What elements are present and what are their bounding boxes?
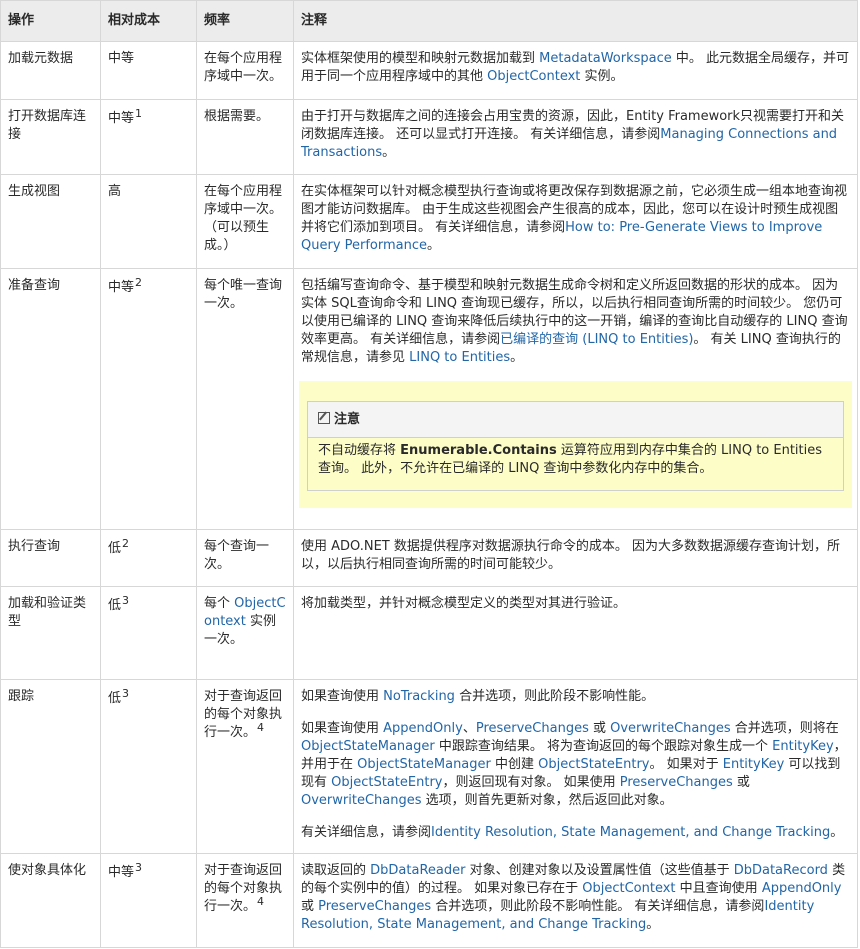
performance-cost-table: 操作 相对成本 频率 注释 加载元数据 中等 在每个应用程序域中一次。 实体框架… [0,0,858,948]
link-preservechanges[interactable]: PreserveChanges [318,899,431,914]
header-operation: 操作 [0,0,101,42]
footnote-marker: 3 [122,594,130,607]
note-bold-term: Enumerable.Contains [400,443,557,458]
header-notes: 注释 [293,0,858,42]
footnote-marker: 3 [122,687,130,700]
note-box: 注意 不自动缓存将 Enumerable.Contains 运算符应用到内存中集… [307,401,844,491]
footnote-marker: 2 [122,537,130,550]
cost-cell: 低2 [100,529,197,587]
note-body: 不自动缓存将 Enumerable.Contains 运算符应用到内存中集合的 … [318,443,823,476]
link-objectcontext[interactable]: ObjectContext [487,69,580,84]
link-dbdatareader[interactable]: DbDataReader [370,863,465,878]
header-relative-cost: 相对成本 [100,0,197,42]
footnote-marker: 3 [135,861,143,874]
link-objectstatemanager[interactable]: ObjectStateManager [357,757,491,772]
footnote-marker: 2 [135,276,143,289]
frequency-cell: 对于查询返回的每个对象执行一次。4 [196,679,294,854]
table-row: 准备查询 中等2 每个唯一查询一次。 包括编写查询命令、基于模型和映射元数据生成… [0,268,858,530]
link-objectstateentry[interactable]: ObjectStateEntry [538,757,649,772]
table-header-row: 操作 相对成本 频率 注释 [0,0,858,42]
link-notracking[interactable]: NoTracking [383,689,455,704]
footnote-marker: 4 [257,895,265,908]
operation-cell: 生成视图 [0,174,101,269]
table-row: 生成视图 高 在每个应用程序域中一次。（可以预生成。） 在实体框架可以针对概念模… [0,174,858,269]
note-pencil-icon [318,412,330,424]
link-compiled-queries[interactable]: 已编译的查询 (LINQ to Entities) [500,332,693,347]
link-entitykey[interactable]: EntityKey [723,757,785,772]
link-identity-resolution[interactable]: Identity Resolution, State Management, a… [431,825,830,840]
link-preservechanges[interactable]: PreserveChanges [620,775,733,790]
frequency-cell: 每个 ObjectContext 实例一次。 [196,586,294,680]
link-objectstateentry[interactable]: ObjectStateEntry [331,775,442,790]
table-row: 加载和验证类型 低3 每个 ObjectContext 实例一次。 将加载类型，… [0,586,858,680]
link-metadataworkspace[interactable]: MetadataWorkspace [539,51,672,66]
notes-paragraph: 如果查询使用 AppendOnly、PreserveChanges 或 Over… [301,721,847,808]
note-header: 注意 [308,402,843,438]
cost-cell: 中等2 [100,268,197,530]
notes-cell: 使用 ADO.NET 数据提供程序对数据源执行命令的成本。 因为大多数数据源缓存… [293,529,858,587]
notes-paragraph: 如果查询使用 NoTracking 合并选项，则此阶段不影响性能。 [301,689,655,704]
link-preservechanges[interactable]: PreserveChanges [476,721,589,736]
link-linq-to-entities[interactable]: LINQ to Entities [409,350,510,365]
operation-cell: 打开数据库连接 [0,99,101,175]
table-row: 跟踪 低3 对于查询返回的每个对象执行一次。4 如果查询使用 NoTrackin… [0,679,858,854]
link-appendonly[interactable]: AppendOnly [762,881,842,896]
header-frequency: 频率 [196,0,294,42]
cost-cell: 低3 [100,586,197,680]
frequency-cell: 根据需要。 [196,99,294,175]
operation-cell: 加载元数据 [0,41,101,100]
frequency-cell: 在每个应用程序域中一次。（可以预生成。） [196,174,294,269]
table-row: 使对象具体化 中等3 对于查询返回的每个对象执行一次。4 读取返回的 DbDat… [0,853,858,948]
link-overwritechanges[interactable]: OverwriteChanges [610,721,731,736]
link-objectcontext[interactable]: ObjectContext [582,881,675,896]
cost-cell: 中等 [100,41,197,100]
notes-cell: 将加载类型，并针对概念模型定义的类型对其进行验证。 [293,586,858,680]
note-callout: 注意 不自动缓存将 Enumerable.Contains 运算符应用到内存中集… [299,381,852,508]
table-row: 执行查询 低2 每个查询一次。 使用 ADO.NET 数据提供程序对数据源执行命… [0,529,858,587]
link-entitykey[interactable]: EntityKey [772,739,834,754]
notes-cell: 在实体框架可以针对概念模型执行查询或将更改保存到数据源之前，它必须生成一组本地查… [293,174,858,269]
notes-paragraph: 有关详细信息，请参阅Identity Resolution, State Man… [301,825,844,840]
cost-cell: 高 [100,174,197,269]
table-row: 加载元数据 中等 在每个应用程序域中一次。 实体框架使用的模型和映射元数据加载到… [0,41,858,100]
cost-cell: 中等1 [100,99,197,175]
link-dbdatarecord[interactable]: DbDataRecord [734,863,828,878]
operation-cell: 准备查询 [0,268,101,530]
notes-cell: 包括编写查询命令、基于模型和映射元数据生成命令树和定义所返回数据的形状的成本。 … [293,268,858,530]
frequency-cell: 对于查询返回的每个对象执行一次。4 [196,853,294,948]
notes-cell: 读取返回的 DbDataReader 对象、创建对象以及设置属性值（这些值基于 … [293,853,858,948]
footnote-marker: 1 [135,107,143,120]
operation-cell: 跟踪 [0,679,101,854]
link-objectstatemanager[interactable]: ObjectStateManager [301,739,435,754]
frequency-cell: 在每个应用程序域中一次。 [196,41,294,100]
operation-cell: 加载和验证类型 [0,586,101,680]
note-title: 注意 [334,412,361,427]
link-overwritechanges[interactable]: OverwriteChanges [301,793,422,808]
frequency-cell: 每个查询一次。 [196,529,294,587]
table-row: 打开数据库连接 中等1 根据需要。 由于打开与数据库之间的连接会占用宝贵的资源，… [0,99,858,175]
frequency-cell: 每个唯一查询一次。 [196,268,294,530]
footnote-marker: 4 [257,721,265,734]
cost-cell: 低3 [100,679,197,854]
operation-cell: 执行查询 [0,529,101,587]
notes-cell: 如果查询使用 NoTracking 合并选项，则此阶段不影响性能。 如果查询使用… [293,679,858,854]
operation-cell: 使对象具体化 [0,853,101,948]
cost-cell: 中等3 [100,853,197,948]
notes-cell: 实体框架使用的模型和映射元数据加载到 MetadataWorkspace 中。 … [293,41,858,100]
notes-cell: 由于打开与数据库之间的连接会占用宝贵的资源，因此，Entity Framewor… [293,99,858,175]
link-appendonly[interactable]: AppendOnly [383,721,463,736]
